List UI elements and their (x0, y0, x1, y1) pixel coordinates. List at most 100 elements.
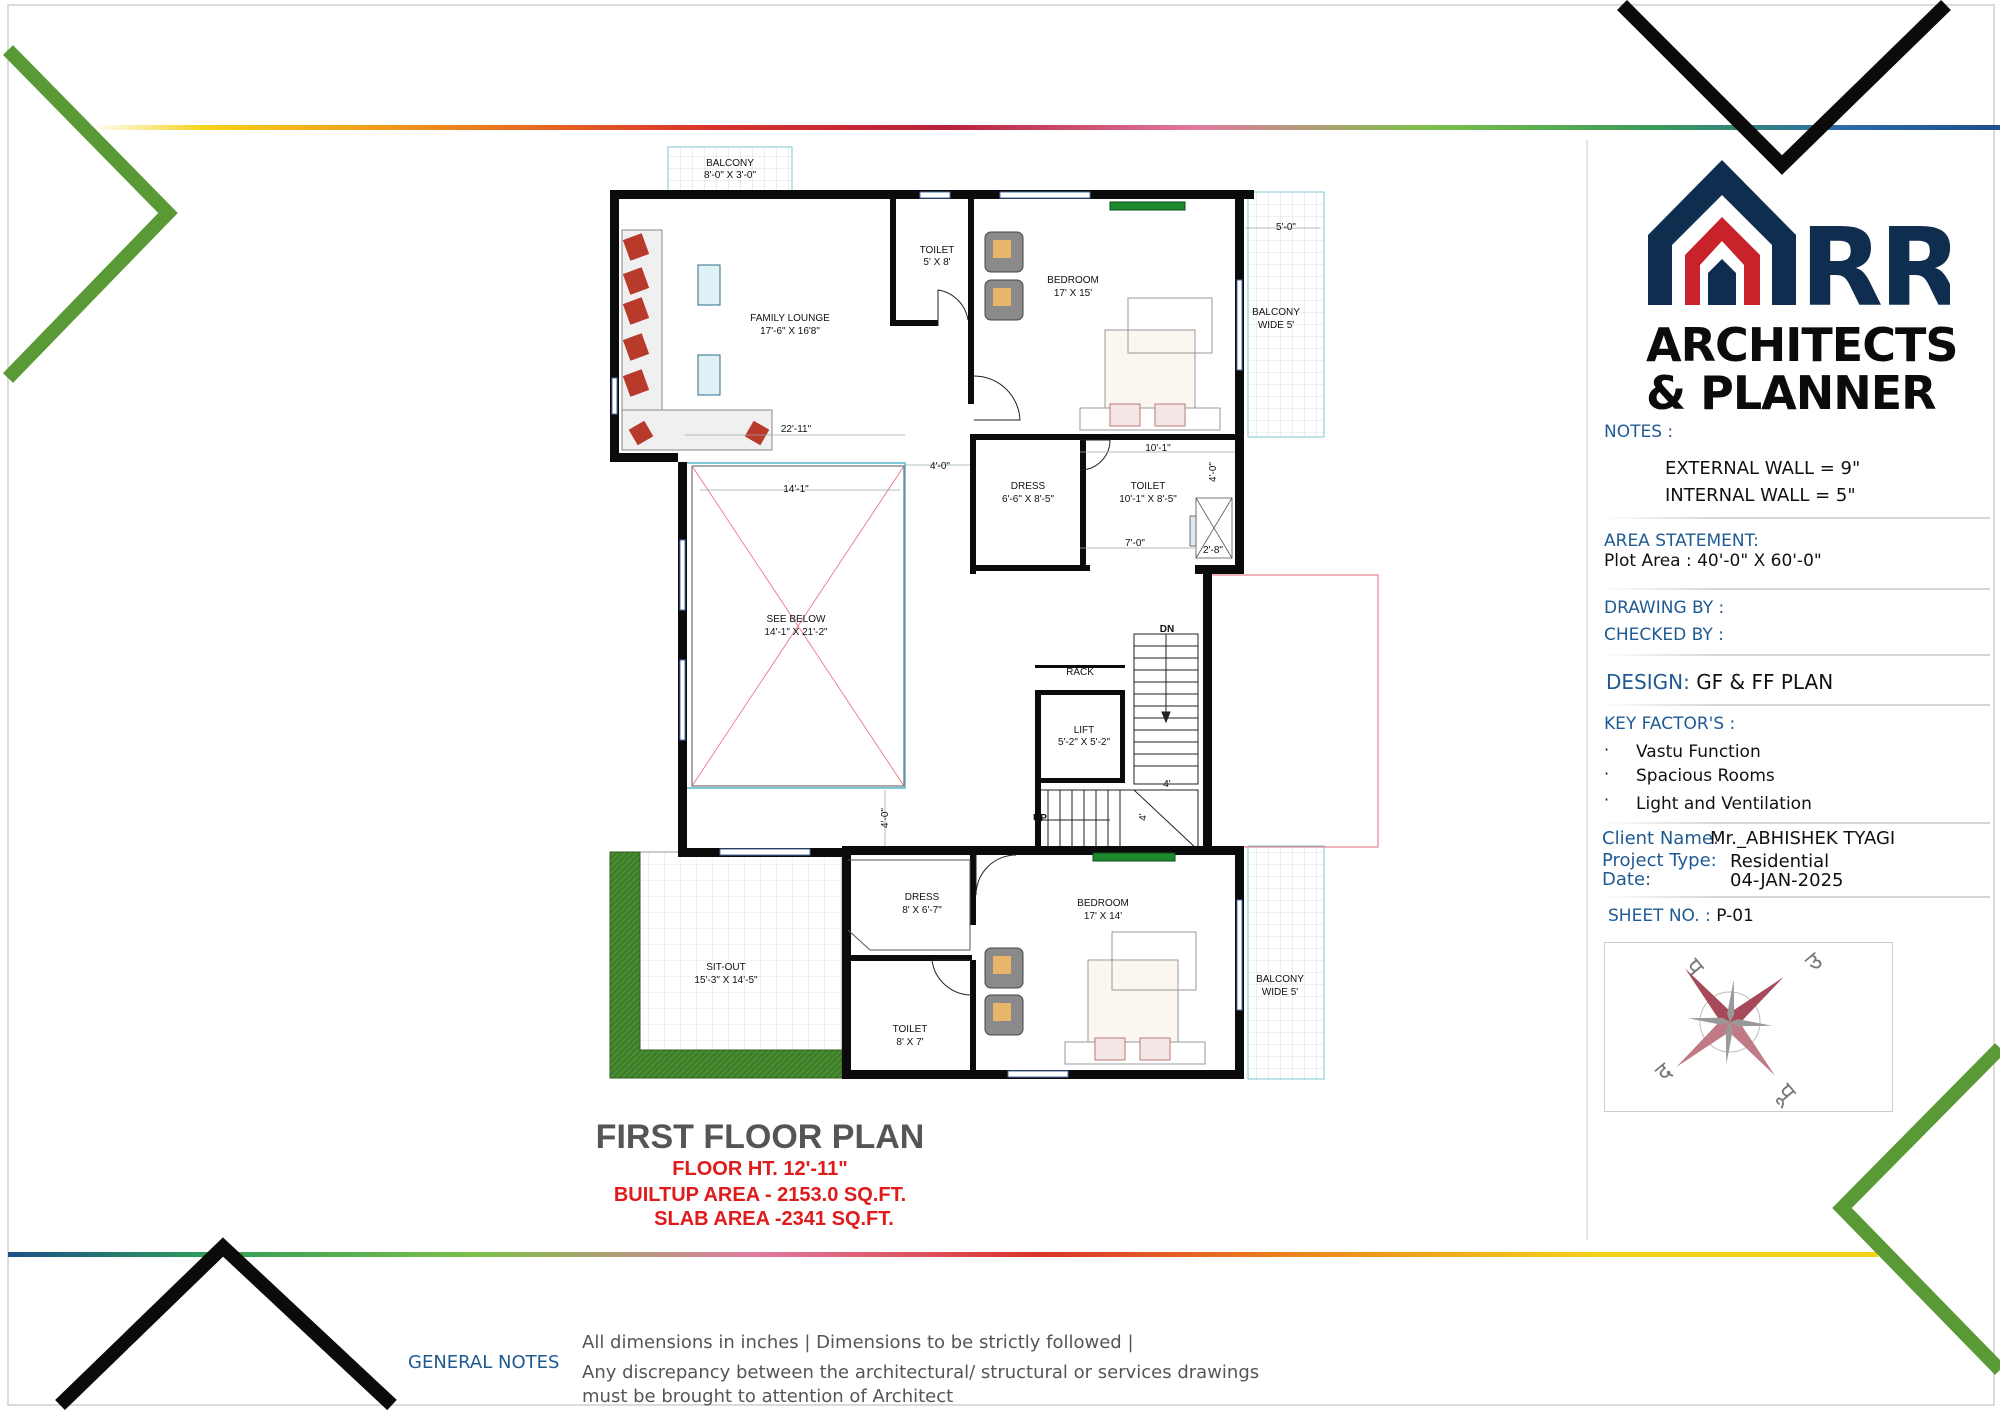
label-balcony-right-top: BALCONY (1252, 307, 1300, 318)
notes-heading: NOTES : (1604, 422, 1674, 442)
client-name-label: Client Name: (1602, 828, 1719, 849)
black-chevron-bottom-left (55, 1237, 397, 1411)
label-toilet-top: TOILET (920, 245, 955, 256)
label-toilet-mid: TOILET (1131, 481, 1166, 492)
sheet-no-row: SHEET NO. : P-01 (1608, 906, 1754, 926)
lounge-sofa (621, 229, 773, 451)
logo-line1: ARCHITECTS (1646, 318, 1958, 372)
green-chevron-top-left (2, 45, 178, 383)
dim-14-1: 14'-1" (783, 484, 809, 495)
label-rack: RACK (1066, 667, 1094, 678)
sheet-no-value: P-01 (1716, 906, 1754, 926)
label-balcony-right-bottom-size: WIDE 5' (1262, 987, 1298, 998)
label-toilet-top-size: 5' X 8' (923, 257, 950, 268)
dim-22-11: 22'-11" (781, 424, 812, 435)
label-sit-out: SIT-OUT (706, 962, 745, 973)
general-notes-line2: Any discrepancy between the architectura… (582, 1362, 1260, 1383)
key-factor-bullet: · (1604, 790, 1610, 809)
bottom-rainbow-strip (8, 1252, 1878, 1257)
stair-up: UP (1033, 813, 1047, 824)
separator (1600, 704, 1990, 706)
general-notes-line1: All dimensions in inches | Dimensions to… (582, 1332, 1134, 1353)
general-notes-line3: must be brought to attention of Architec… (582, 1386, 954, 1407)
date-label: Date: (1602, 869, 1652, 890)
plan-slab-area: SLAB AREA -2341 SQ.FT. (654, 1208, 894, 1230)
stair-dn: DN (1160, 624, 1174, 635)
dim-4-a: 4' (1163, 779, 1171, 790)
window-green-bottom (1092, 852, 1176, 862)
dim-4-0-c: 4'-0" (880, 808, 891, 828)
label-toilet-bottom: TOILET (893, 1024, 928, 1035)
stair-bay-outline (1209, 574, 1379, 848)
client-name-value: Mr._ABHISHEK TYAGI (1710, 828, 1896, 849)
design-value: GF & FF PLAN (1696, 670, 1834, 694)
balcony-right-bottom-area (1247, 845, 1325, 1080)
compass-rose: उ प द पू (1604, 942, 1893, 1112)
design-label: DESIGN: (1606, 670, 1690, 694)
dim-4-0-a: 4'-0" (930, 461, 950, 472)
label-toilet-bottom-size: 8' X 7' (896, 1037, 923, 1048)
plan-builtup-area: BUILTUP AREA - 2153.0 SQ.FT. (613, 1184, 907, 1206)
plan-floor-height: FLOOR HT. 12'-11" (672, 1158, 848, 1180)
label-balcony-top-size: 8'-0" X 3'-0" (704, 170, 757, 181)
label-bedroom-bottom-size: 17' X 14' (1084, 911, 1122, 922)
label-balcony-right-bottom: BALCONY (1256, 974, 1304, 985)
design-row: DESIGN: GF & FF PLAN (1606, 670, 1833, 694)
logo-line2: & PLANNER (1646, 366, 1937, 420)
separator (1600, 896, 1990, 898)
drawing-by: DRAWING BY : (1604, 598, 1725, 618)
bedroom-top-furniture (984, 231, 1221, 431)
plot-area: Plot Area : 40'-0" X 60'-0" (1604, 551, 1822, 571)
plan-title: FIRST FLOOR PLAN (595, 1118, 925, 1156)
note-external-wall: EXTERNAL WALL = 9" (1665, 458, 1861, 479)
label-sit-out-size: 15'-3" X 14'-5" (694, 975, 758, 986)
label-dress-bottom: DRESS (905, 892, 940, 903)
separator (1600, 517, 1990, 519)
label-lift-size: 5'-2" X 5'-2" (1058, 737, 1111, 748)
checked-by: CHECKED BY : (1604, 625, 1724, 645)
label-balcony-top: BALCONY (706, 158, 754, 169)
key-factors-heading: KEY FACTOR'S : (1604, 714, 1736, 734)
balcony-top-area (667, 146, 793, 192)
label-balcony-right-top-dim: 5'-0" (1276, 222, 1296, 233)
key-factor-bullet: · (1604, 740, 1610, 759)
label-see-below: SEE BELOW (767, 614, 826, 625)
doors (931, 289, 1111, 996)
key-factor-item: Vastu Function (1636, 742, 1761, 762)
window-green-top (1109, 201, 1186, 211)
label-dress-top-size: 6'-6" X 8'-5" (1002, 494, 1055, 505)
label-family-lounge: FAMILY LOUNGE (750, 313, 830, 324)
label-balcony-right-top-size: WIDE 5' (1258, 320, 1294, 331)
dim-7-0: 7'-0" (1125, 538, 1145, 549)
logo-rr-text: RR (1800, 206, 1950, 305)
label-bedroom-bottom: BEDROOM (1077, 898, 1129, 909)
project-type-value: Residential (1730, 851, 1830, 872)
label-dress-top: DRESS (1011, 481, 1046, 492)
dim-10-1: 10'-1" (1145, 443, 1171, 454)
see-below-void (684, 462, 906, 789)
general-notes-heading: GENERAL NOTES (408, 1352, 560, 1373)
area-statement-heading: AREA STATEMENT: (1604, 531, 1759, 551)
company-logo-mark: RR (1648, 160, 1950, 305)
project-type-label: Project Type: (1602, 850, 1717, 871)
dim-4-b: 4' (1138, 813, 1149, 821)
key-factor-item: Light and Ventilation (1636, 794, 1812, 814)
label-lift: LIFT (1074, 725, 1095, 736)
separator (1600, 822, 1990, 824)
label-bedroom-top: BEDROOM (1047, 275, 1099, 286)
note-internal-wall: INTERNAL WALL = 5" (1665, 485, 1856, 506)
label-dress-bottom-size: 8' X 6'-7" (902, 905, 942, 916)
dim-2-8: 2'-8" (1203, 545, 1223, 556)
separator (1600, 654, 1990, 656)
bedroom-bottom-furniture (984, 931, 1206, 1065)
label-toilet-mid-size: 10'-1" X 8'-5" (1119, 494, 1177, 505)
label-family-lounge-size: 17'-6" X 16'8" (760, 326, 820, 337)
dim-4-0-b: 4'-0" (1208, 462, 1219, 482)
sheet-no-label: SHEET NO. : (1608, 906, 1711, 926)
key-factor-item: Spacious Rooms (1636, 766, 1775, 786)
label-see-below-size: 14'-1" X 21'-2" (764, 627, 828, 638)
black-chevron-top-right (1617, 0, 1951, 175)
key-factor-bullet: · (1604, 764, 1610, 783)
label-bedroom-top-size: 17' X 15' (1054, 288, 1092, 299)
floor-plan: BALCONY 8'-0" X 3'-0" FAMILY LOUNGE 17'-… (609, 146, 1379, 1080)
